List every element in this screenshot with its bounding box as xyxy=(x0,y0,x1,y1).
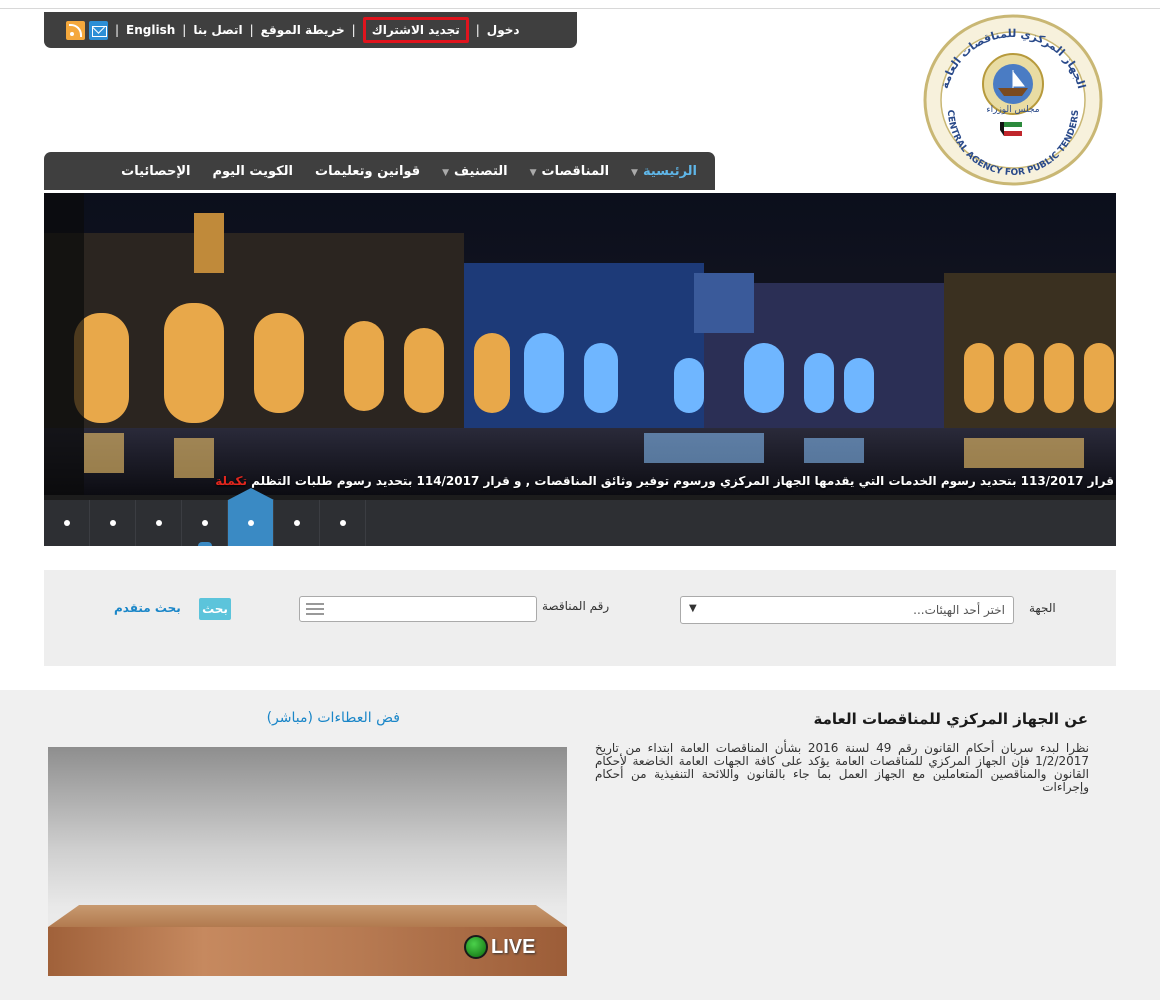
chevron-down-icon: ▼ xyxy=(442,167,450,178)
slider-dot[interactable] xyxy=(90,500,136,546)
dropdown-arrow-icon: ▼ xyxy=(689,603,697,614)
sitemap-link[interactable]: خريطة الموقع xyxy=(261,23,345,37)
renew-subscription-link[interactable]: تجديد الاشتراك xyxy=(362,17,469,43)
slide-caption[interactable]: قرار 113/2017 بتحديد رسوم الخدمات التي ي… xyxy=(44,468,1116,494)
top-divider xyxy=(0,8,1160,9)
chevron-down-icon: ▼ xyxy=(631,167,638,178)
nav-item-home[interactable]: الرئيسية▼ xyxy=(631,164,697,179)
nav-item-statistics[interactable]: الإحصائيات xyxy=(121,164,190,179)
about-text: نظرا لبدء سريان أحكام القانون رقم 49 لسن… xyxy=(595,741,1090,794)
utility-icons xyxy=(66,20,108,40)
svg-text:مجلس الوزراء: مجلس الوزراء xyxy=(986,105,1039,115)
login-link[interactable]: دخول xyxy=(487,23,520,37)
nav-item-tenders[interactable]: المناقصات▼ xyxy=(530,164,609,179)
main-navigation: الرئيسية▼ المناقصات▼ التصنيف▼ قوانين وتع… xyxy=(44,152,715,190)
nav-item-classification[interactable]: التصنيف▼ xyxy=(442,164,507,179)
chevron-down-icon: ▼ xyxy=(529,167,537,178)
slider-pagination xyxy=(44,488,1116,546)
agency-seal-icon: الجهاز المركزي للمناقصات العامة CENTRAL … xyxy=(923,14,1103,186)
slider-dot[interactable] xyxy=(136,500,182,546)
tender-number-label: رقم المناقصة xyxy=(542,599,610,613)
about-title: عن الجهاز المركزي للمناقصات العامة xyxy=(813,710,1088,728)
slider-dot[interactable] xyxy=(320,500,366,546)
slider-dot[interactable] xyxy=(44,500,90,546)
mail-icon[interactable] xyxy=(89,20,108,40)
nav-item-kuwait-today[interactable]: الكويت اليوم xyxy=(212,164,293,179)
english-link[interactable]: English xyxy=(126,23,175,37)
slider-dot[interactable] xyxy=(274,500,320,546)
search-button[interactable]: بحث xyxy=(199,598,231,620)
utility-bar: | English | اتصل بنا | خريطة الموقع | تج… xyxy=(44,12,577,48)
agency-logo[interactable]: الجهاز المركزي للمناقصات العامة CENTRAL … xyxy=(918,12,1108,187)
tender-search-panel: الجهة اختر أحد الهيئات... ▼ رقم المناقصة… xyxy=(44,570,1116,666)
slide-image xyxy=(44,193,1116,495)
entity-label: الجهة xyxy=(1029,601,1056,615)
contact-us-link[interactable]: اتصل بنا xyxy=(193,23,242,37)
rss-icon[interactable] xyxy=(66,20,85,40)
nav-item-laws[interactable]: قوانين وتعليمات xyxy=(315,164,420,179)
advanced-search-link[interactable]: بحث متقدم xyxy=(114,601,181,615)
live-indicator-icon xyxy=(464,935,488,959)
tender-number-input[interactable] xyxy=(299,596,537,622)
entity-select[interactable]: اختر أحد الهيئات... ▼ xyxy=(680,596,1014,624)
slider-dot-active[interactable] xyxy=(228,488,274,546)
live-badge: LIVE xyxy=(464,935,535,959)
slider-dot[interactable] xyxy=(182,500,228,546)
live-stream-title[interactable]: فض العطاءات (مباشر) xyxy=(200,710,400,726)
read-more-link[interactable]: تكملة xyxy=(215,474,247,488)
live-video-player[interactable]: LIVE xyxy=(48,747,567,976)
list-icon xyxy=(306,603,324,615)
